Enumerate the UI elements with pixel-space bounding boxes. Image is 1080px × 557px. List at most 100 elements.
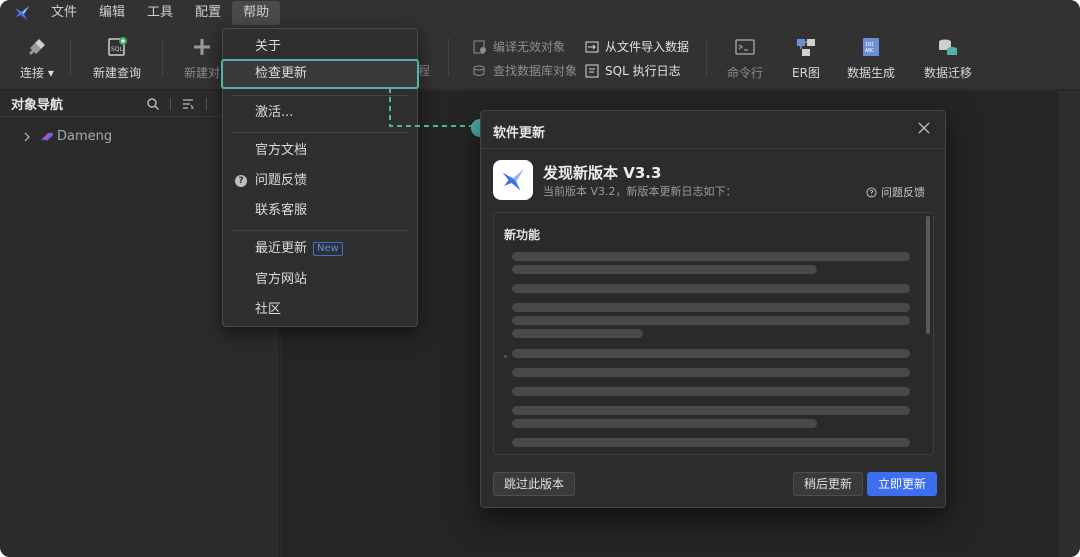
toolbar-divider (448, 38, 449, 76)
data-migration-button[interactable]: 数据迁移 (924, 36, 972, 81)
menu-separator (233, 132, 407, 133)
data-migration-label: 数据迁移 (924, 66, 973, 80)
db-search-icon (473, 65, 485, 76)
annotation-connector (389, 88, 489, 137)
help-menu-dropdown: 关于 检查更新 激活... 官方文档 ? 问题反馈 联系客服 最近更新 New 官… (221, 28, 419, 327)
terminal-icon (735, 39, 755, 55)
new-badge: New (313, 241, 343, 256)
menu-item-recent-updates[interactable]: 最近更新 New (223, 234, 417, 264)
data-gen-label: 数据生成 (847, 66, 896, 80)
command-line-button[interactable]: 命令行 (727, 36, 763, 81)
er-diagram-icon (796, 39, 815, 56)
list-bullet (504, 355, 507, 358)
menu-item-community[interactable]: 社区 (223, 295, 417, 325)
changelog-line-placeholder (512, 368, 910, 377)
right-panel-strip (1058, 91, 1080, 557)
connect-label: 连接 (20, 66, 45, 80)
command-line-label: 命令行 (727, 66, 764, 80)
toolbar-divider (706, 38, 707, 76)
update-later-button[interactable]: 稍后更新 (793, 472, 864, 496)
update-headline: 发现新版本 V3.3 (543, 164, 662, 182)
app-logo-icon (15, 6, 29, 20)
toolbar: 连接 ▾ SQL 新建查询 新建对 程 编译无效对象 查找数据库对象 从文件导入… (0, 26, 1080, 90)
toolbar-divider (162, 38, 163, 76)
svg-text:SQL: SQL (111, 46, 124, 53)
app-window: 文件 编辑 工具 配置 帮助 连接 ▾ SQL 新建查询 新建对 程 编译无效对… (0, 0, 1080, 557)
menu-file[interactable]: 文件 (40, 1, 88, 25)
data-gen-button[interactable]: 101 ABC 数据生成 (847, 36, 895, 81)
changelog-line-placeholder (512, 349, 910, 358)
compile-invalid-button[interactable]: 编译无效对象 (473, 38, 565, 55)
changelog-line-placeholder (512, 265, 817, 274)
changelog-line-placeholder (512, 329, 643, 338)
chevron-right-icon[interactable] (22, 132, 32, 142)
feedback-link[interactable]: 问题反馈 (866, 184, 925, 200)
changelog-line-placeholder (512, 438, 910, 447)
menu-item-website[interactable]: 官方网站 (223, 265, 417, 295)
sql-log-button[interactable]: SQL 执行日志 (585, 62, 681, 79)
plug-icon (28, 39, 45, 55)
feedback-label: 问题反馈 (881, 186, 925, 199)
sidebar-title: 对象导航 (11, 98, 64, 113)
update-now-button[interactable]: 立即更新 (867, 472, 938, 496)
menu-bar: 文件 编辑 工具 配置 帮助 (0, 0, 1080, 26)
search-icon[interactable] (146, 97, 160, 111)
app-logo (493, 160, 533, 200)
import-from-file-label: 从文件导入数据 (605, 40, 690, 54)
find-db-object-button[interactable]: 查找数据库对象 (473, 62, 577, 79)
menu-item-check-update[interactable]: 检查更新 (221, 59, 419, 89)
close-icon[interactable] (917, 121, 931, 135)
changelog-line-placeholder (512, 252, 910, 261)
menu-item-support[interactable]: 联系客服 (223, 196, 417, 226)
compile-icon (473, 40, 486, 53)
new-object-label: 新建对 (184, 66, 221, 80)
sql-log-icon (585, 64, 599, 77)
dialog-title: 软件更新 (493, 126, 546, 141)
plus-icon (194, 39, 210, 55)
changelog-line-placeholder (512, 303, 910, 312)
menu-separator (233, 230, 407, 231)
menu-item-feedback-label: 问题反馈 (255, 173, 308, 188)
connect-button[interactable]: 连接 ▾ (20, 36, 54, 81)
menu-edit[interactable]: 编辑 (88, 1, 136, 25)
scrollbar[interactable] (926, 216, 930, 334)
changelog-line-placeholder (512, 316, 910, 325)
skip-version-button[interactable]: 跳过此版本 (493, 472, 576, 496)
changelog-line-placeholder (512, 419, 817, 428)
tree-item-label: Dameng (57, 129, 113, 144)
import-from-file-button[interactable]: 从文件导入数据 (585, 38, 689, 55)
import-icon (585, 41, 599, 52)
app-logo-icon (502, 169, 524, 191)
er-diagram-button[interactable]: ER图 (792, 36, 820, 81)
er-diagram-label: ER图 (792, 66, 820, 80)
tree-item-dameng[interactable]: Dameng (22, 129, 112, 144)
sql-file-icon: SQL (108, 37, 127, 56)
update-subtitle: 当前版本 V3.2，新版本更新日志如下： (543, 185, 737, 198)
changelog-line-placeholder (512, 284, 910, 293)
sidebar-divider (170, 98, 171, 110)
question-circle-icon (866, 186, 877, 198)
new-query-button[interactable]: SQL 新建查询 (93, 36, 141, 81)
sidebar-divider (206, 98, 207, 110)
find-db-object-label: 查找数据库对象 (493, 64, 578, 78)
svg-text:ABC: ABC (865, 48, 874, 54)
database-icon (41, 132, 53, 141)
changelog-title: 新功能 (504, 228, 541, 242)
data-gen-icon: 101 ABC (863, 38, 879, 56)
new-object-button[interactable]: 新建对 (184, 36, 220, 81)
sql-log-label: SQL 执行日志 (605, 64, 681, 78)
question-circle-icon: ? (235, 175, 247, 187)
filter-icon[interactable] (181, 97, 195, 111)
changelog-panel[interactable]: 新功能 (493, 212, 934, 455)
changelog-line-placeholder (512, 387, 910, 396)
menu-help[interactable]: 帮助 (232, 1, 281, 25)
menu-tools[interactable]: 工具 (136, 1, 184, 25)
compile-invalid-label: 编译无效对象 (493, 40, 566, 54)
menu-item-recent-updates-label: 最近更新 (255, 241, 308, 256)
menu-item-feedback[interactable]: ? 问题反馈 (223, 166, 417, 196)
data-migration-icon (939, 39, 957, 55)
dialog-divider (481, 148, 945, 149)
menu-item-about[interactable]: 关于 (223, 32, 417, 62)
menu-config[interactable]: 配置 (184, 1, 232, 25)
menu-separator (233, 95, 407, 96)
